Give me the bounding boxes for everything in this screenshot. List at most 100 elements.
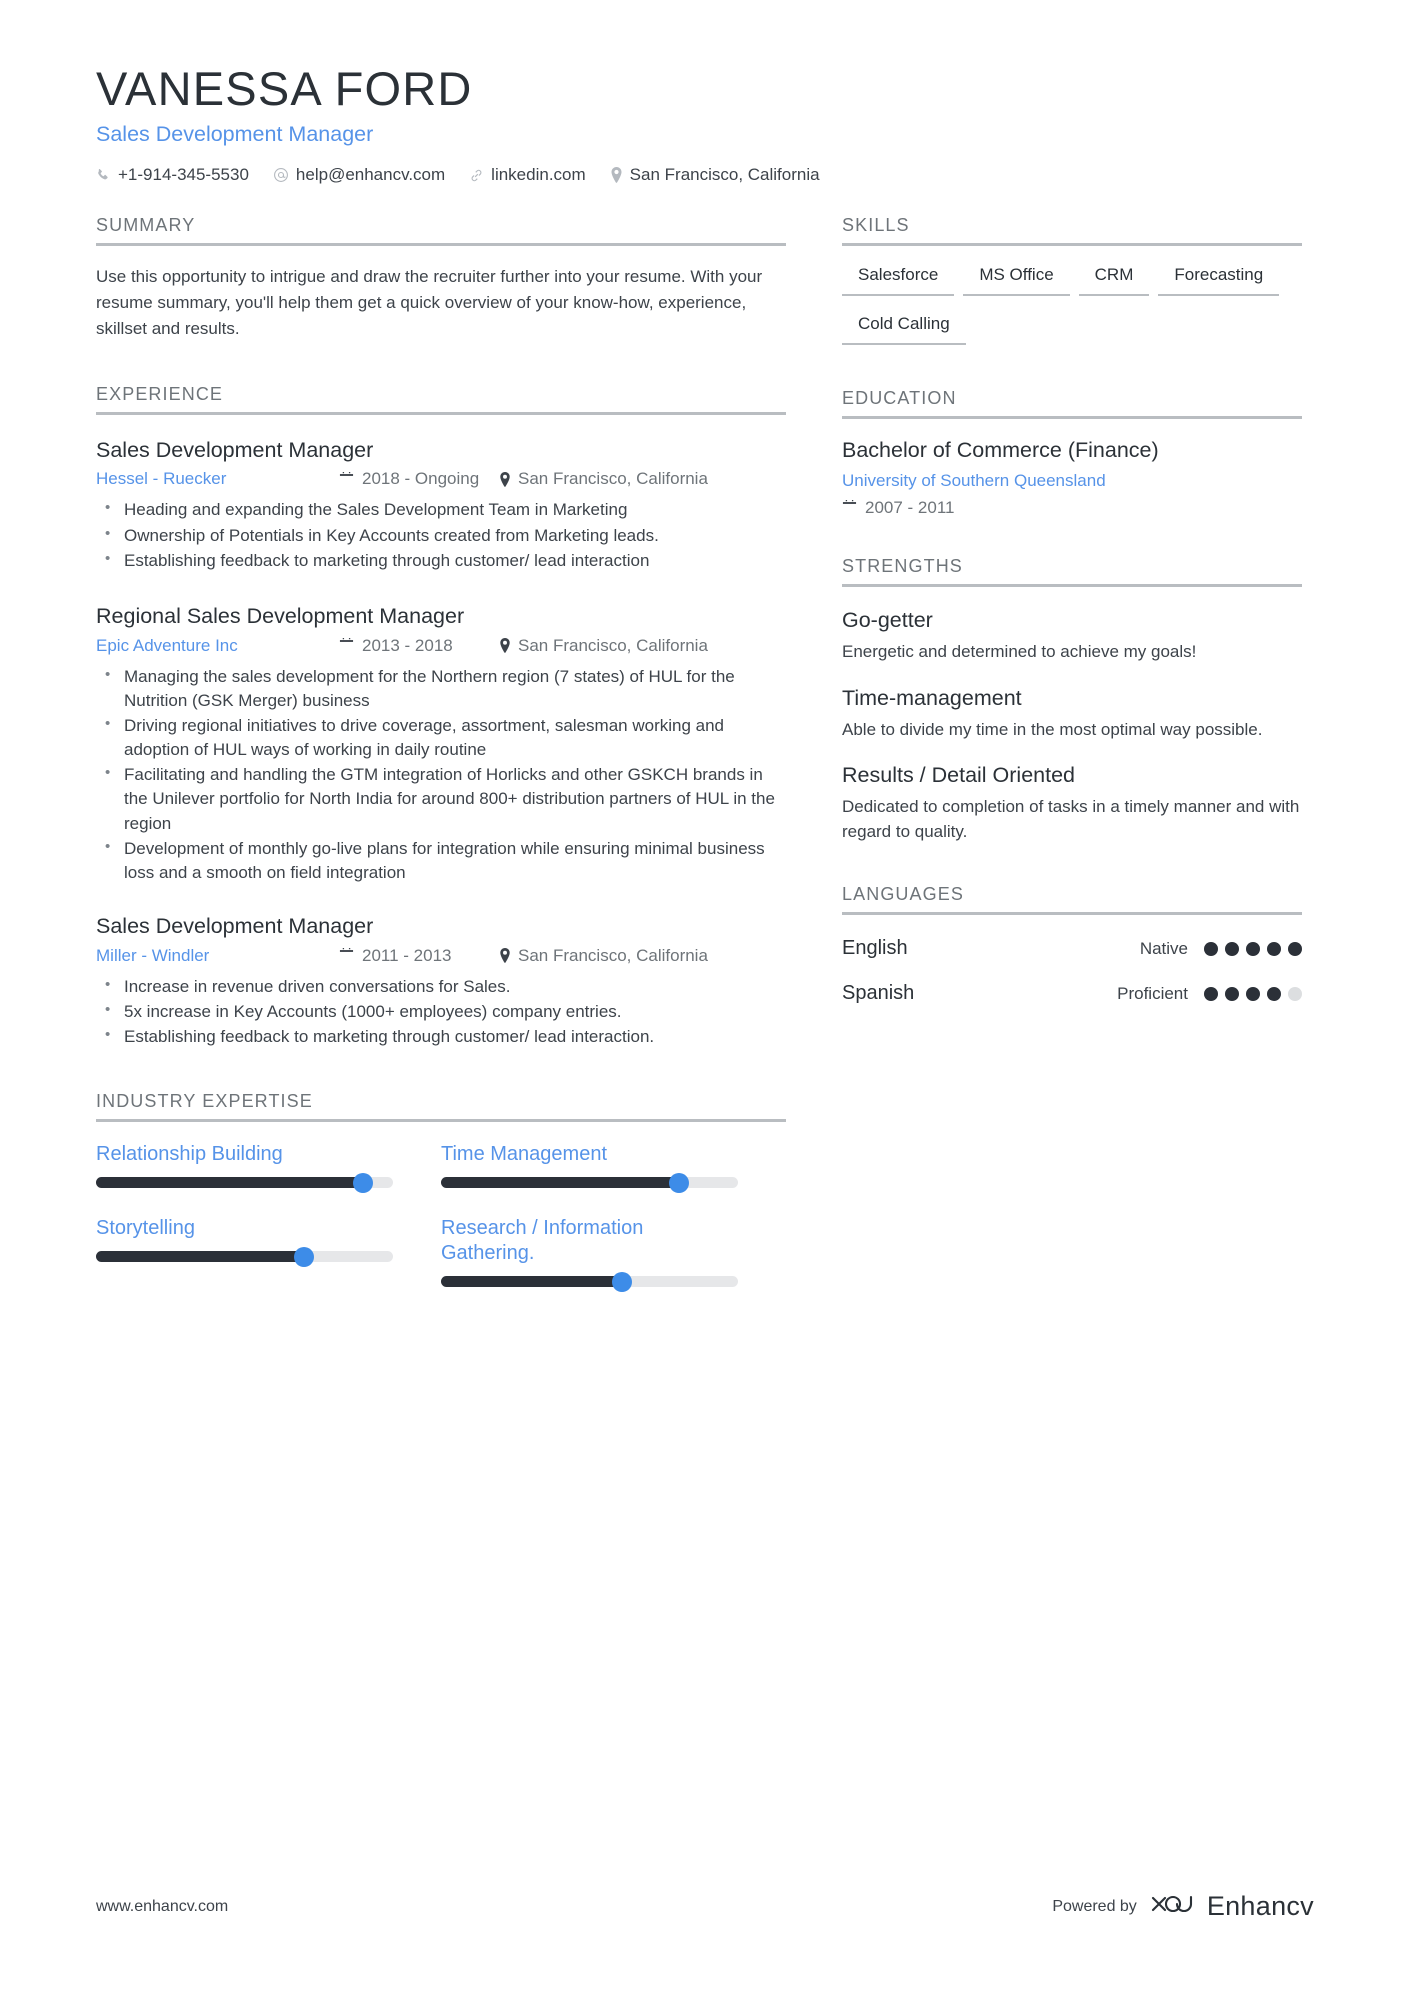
strength-item: Go-getter Energetic and determined to ac…: [842, 607, 1302, 665]
link-icon: [469, 168, 484, 183]
rating-dot-filled: [1267, 941, 1281, 956]
phone-icon: [96, 168, 111, 183]
resume-sheet: VANESSA FORD Sales Development Manager +…: [0, 0, 1410, 1995]
expertise-item: Relationship Building: [96, 1142, 441, 1193]
calendar-icon: [339, 471, 354, 487]
enhancv-logo-icon: [1149, 1890, 1195, 1923]
footer-website[interactable]: www.enhancv.com: [96, 1898, 228, 1916]
experience-item: Sales Development Manager Hessel - Rueck…: [96, 437, 786, 573]
job-bullet: 5x increase in Key Accounts (1000+ emplo…: [96, 999, 786, 1024]
language-item: Spanish Proficient: [842, 982, 1302, 1005]
contact-phone-text: +1-914-345-5530: [118, 165, 249, 185]
rating-dot-filled: [1267, 986, 1281, 1001]
job-date: 2018 - Ongoing: [339, 469, 499, 489]
section-strengths: STRENGTHS Go-getter Energetic and determ…: [842, 556, 1302, 844]
job-bullets: Managing the sales development for the N…: [96, 664, 786, 885]
expertise-item: Storytelling: [96, 1216, 441, 1287]
slider-knob[interactable]: [293, 1246, 314, 1267]
expertise-label: Time Management: [441, 1143, 607, 1166]
job-date-text: 2011 - 2013: [362, 945, 452, 965]
right-column: SKILLS Salesforce MS Office CRM Forecast…: [842, 215, 1302, 1005]
rating-dot-filled: [1204, 986, 1218, 1001]
left-column: SUMMARY Use this opportunity to intrigue…: [96, 215, 786, 1315]
job-date-text: 2013 - 2018: [362, 635, 453, 655]
strengths-section-title: STRENGTHS: [842, 555, 963, 576]
expertise-label: Research / Information Gathering.: [441, 1217, 644, 1265]
calendar-icon: [339, 638, 354, 654]
section-industry-expertise: INDUSTRY EXPERTISE Relationship Building…: [96, 1091, 786, 1315]
job-bullet: Establishing feedback to marketing throu…: [96, 548, 786, 573]
job-bullet: Ownership of Potentials in Key Accounts …: [96, 523, 786, 548]
section-divider: [842, 583, 1302, 587]
education-item: Bachelor of Commerce (Finance) Universit…: [842, 437, 1302, 518]
job-company[interactable]: Miller - Windler: [96, 946, 339, 966]
expertise-slider[interactable]: [441, 1172, 738, 1193]
expertise-slider[interactable]: [96, 1172, 393, 1193]
job-bullet: Increase in revenue driven conversations…: [96, 974, 786, 999]
slider-knob[interactable]: [668, 1172, 689, 1193]
slider-knob[interactable]: [612, 1271, 633, 1292]
language-item: English Native: [842, 937, 1302, 960]
job-location-text: San Francisco, California: [518, 945, 708, 965]
expertise-slider[interactable]: [96, 1246, 393, 1267]
slider-fill: [96, 1251, 304, 1263]
rating-dot-filled: [1225, 941, 1239, 956]
contact-location[interactable]: San Francisco, California: [610, 165, 820, 185]
resume-columns: SUMMARY Use this opportunity to intrigue…: [96, 215, 1314, 1315]
section-summary: SUMMARY Use this opportunity to intrigue…: [96, 215, 786, 341]
languages-section-title: LANGUAGES: [842, 884, 964, 905]
contact-location-text: San Francisco, California: [629, 165, 820, 185]
expertise-grid: Relationship Building Time Management St…: [96, 1142, 786, 1315]
section-divider: [96, 1119, 786, 1123]
expertise-label: Storytelling: [96, 1217, 195, 1240]
education-degree: Bachelor of Commerce (Finance): [842, 438, 1159, 463]
section-divider: [842, 416, 1302, 420]
strength-item: Results / Detail Oriented Dedicated to c…: [842, 762, 1302, 844]
education-school[interactable]: University of Southern Queensland: [842, 471, 1302, 491]
expertise-slider[interactable]: [441, 1271, 738, 1292]
rating-dot-filled: [1288, 941, 1302, 956]
contact-link[interactable]: linkedin.com: [469, 165, 586, 185]
powered-by-block: Powered by Enhancv: [1052, 1890, 1314, 1923]
contact-email[interactable]: help@enhancv.com: [273, 165, 445, 185]
job-location-text: San Francisco, California: [518, 469, 708, 489]
job-meta: Epic Adventure Inc 2013 - 2018 San Franc…: [96, 636, 786, 656]
resume-header: VANESSA FORD Sales Development Manager +…: [96, 62, 1314, 185]
job-location: San Francisco, California: [499, 636, 708, 656]
job-bullets: Increase in revenue driven conversations…: [96, 974, 786, 1049]
skill-chip: CRM: [1078, 262, 1150, 297]
section-languages: LANGUAGES English Native Spanish Profici…: [842, 884, 1302, 1005]
slider-fill: [441, 1276, 623, 1288]
language-rating: [1204, 941, 1302, 956]
location-icon: [499, 471, 511, 487]
job-title: Sales Development Manager: [96, 913, 374, 938]
education-date-text: 2007 - 2011: [865, 497, 955, 517]
section-skills: SKILLS Salesforce MS Office CRM Forecast…: [842, 215, 1302, 360]
job-meta: Miller - Windler 2011 - 2013 San Francis…: [96, 946, 786, 966]
skill-chip: MS Office: [963, 262, 1070, 297]
job-location: San Francisco, California: [499, 946, 708, 966]
slider-fill: [96, 1177, 364, 1189]
job-company[interactable]: Epic Adventure Inc: [96, 636, 339, 656]
job-company[interactable]: Hessel - Ruecker: [96, 469, 339, 489]
job-location: San Francisco, California: [499, 469, 708, 489]
section-divider: [842, 912, 1302, 916]
skills-list: Salesforce MS Office CRM Forecasting Col…: [842, 262, 1302, 360]
page-title: VANESSA FORD: [96, 62, 473, 115]
brand-name: Enhancv: [1206, 1891, 1314, 1921]
rating-dot-filled: [1225, 986, 1239, 1001]
rating-dot-filled: [1246, 941, 1260, 956]
section-divider: [96, 243, 786, 247]
job-title: Sales Development Manager: [96, 437, 374, 462]
contact-phone[interactable]: +1-914-345-5530: [96, 165, 249, 185]
job-date-text: 2018 - Ongoing: [362, 469, 480, 489]
rating-dot-filled: [1246, 986, 1260, 1001]
slider-knob[interactable]: [353, 1172, 374, 1193]
job-meta: Hessel - Ruecker 2018 - Ongoing San Fran…: [96, 469, 786, 489]
strength-description: Dedicated to completion of tasks in a ti…: [842, 797, 1300, 841]
strength-title: Results / Detail Oriented: [842, 763, 1076, 788]
calendar-icon: [339, 948, 354, 964]
skill-chip: Forecasting: [1158, 262, 1280, 297]
job-bullet: Facilitating and handling the GTM integr…: [96, 762, 786, 835]
contact-row: +1-914-345-5530 help@enhancv.com linkedi…: [96, 165, 1314, 185]
